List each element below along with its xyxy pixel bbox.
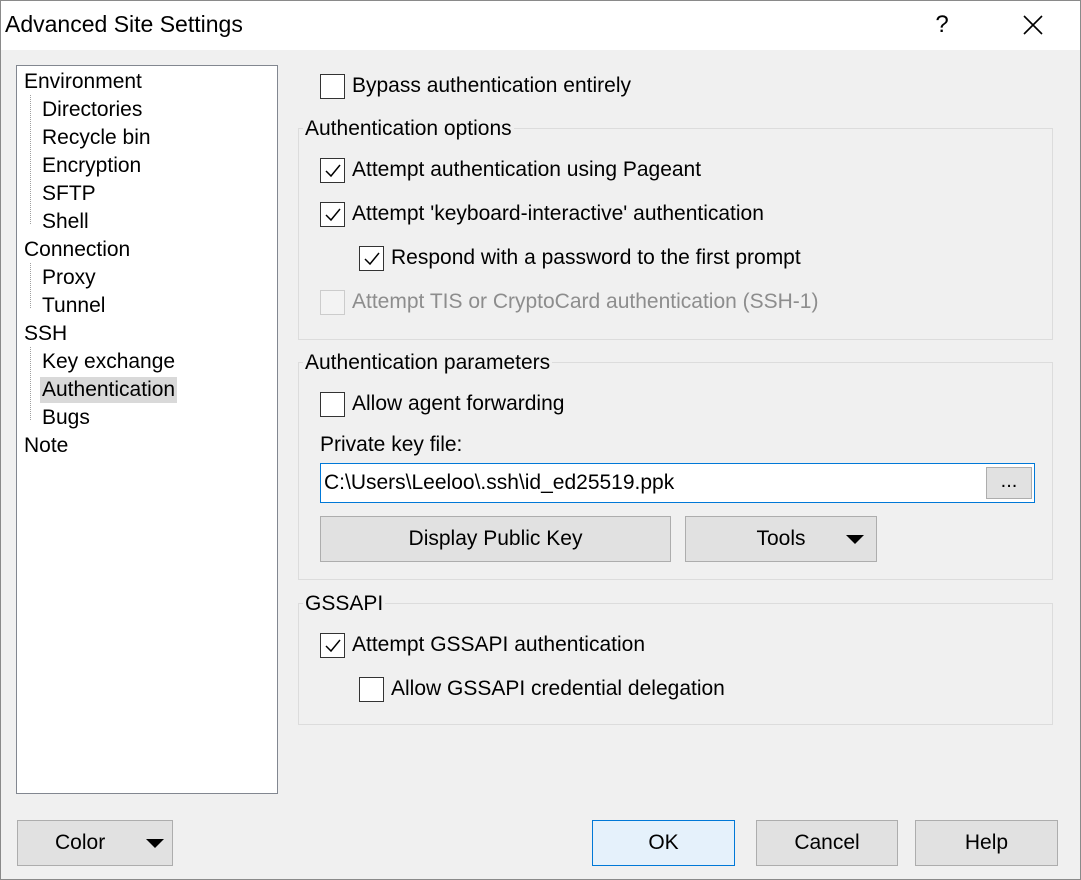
- checkbox-box[interactable]: [320, 157, 345, 183]
- checkbox-label: Attempt authentication using Pageant: [352, 158, 702, 181]
- checkmark-icon: [364, 252, 380, 265]
- tree-item-bugs[interactable]: Bugs: [40, 405, 92, 431]
- checkbox-box: [320, 289, 345, 315]
- private-key-input[interactable]: [323, 466, 983, 500]
- checkbox-label: Respond with a password to the first pro…: [391, 246, 801, 269]
- color-button[interactable]: Color: [17, 820, 173, 866]
- checkbox-box[interactable]: [359, 245, 384, 271]
- keyboard-interactive-checkbox[interactable]: Attempt 'keyboard-interactive' authentic…: [320, 199, 764, 229]
- dropdown-arrow-icon: [146, 839, 164, 848]
- checkbox-label: Allow agent forwarding: [352, 392, 565, 415]
- tree-connector: [30, 347, 31, 420]
- tree-connector: [30, 263, 31, 308]
- checkbox-label: Allow GSSAPI credential delegation: [391, 677, 725, 700]
- cancel-button[interactable]: Cancel: [756, 820, 898, 866]
- checkbox-box[interactable]: [320, 391, 345, 417]
- color-label: Color: [55, 831, 106, 854]
- checkbox-box[interactable]: [320, 201, 345, 227]
- tree-item-proxy[interactable]: Proxy: [40, 265, 98, 291]
- gssapi-delegation-checkbox[interactable]: Allow GSSAPI credential delegation: [359, 674, 725, 704]
- tree-item-sftp[interactable]: SFTP: [40, 181, 98, 207]
- tree-item-connection[interactable]: Connection: [22, 237, 132, 263]
- agent-forwarding-checkbox[interactable]: Allow agent forwarding: [320, 389, 564, 419]
- tree-item-ssh[interactable]: SSH: [22, 321, 69, 347]
- tree-item-key-exchange[interactable]: Key exchange: [40, 349, 177, 375]
- tree-item-environment[interactable]: Environment: [22, 69, 144, 95]
- settings-tree[interactable]: Environment Directories Recycle bin Encr…: [16, 65, 278, 794]
- respond-password-checkbox[interactable]: Respond with a password to the first pro…: [359, 243, 801, 273]
- checkbox-box[interactable]: [320, 632, 345, 658]
- ok-button[interactable]: OK: [592, 820, 735, 866]
- tree-item-shell[interactable]: Shell: [40, 209, 91, 235]
- checkbox-label: Attempt 'keyboard-interactive' authentic…: [352, 202, 764, 225]
- tree-item-tunnel[interactable]: Tunnel: [40, 293, 107, 319]
- tools-label: Tools: [756, 527, 806, 550]
- tree-item-recycle-bin[interactable]: Recycle bin: [40, 125, 153, 151]
- private-key-field-container: ...: [320, 463, 1035, 503]
- display-public-key-button[interactable]: Display Public Key: [320, 516, 671, 562]
- checkbox-label: Attempt TIS or CryptoCard authentication…: [352, 290, 819, 313]
- tree-item-note[interactable]: Note: [22, 433, 70, 459]
- pageant-checkbox[interactable]: Attempt authentication using Pageant: [320, 155, 701, 185]
- gssapi-group: [298, 603, 1053, 725]
- dropdown-arrow-icon: [846, 535, 864, 544]
- checkmark-icon: [325, 639, 341, 652]
- tis-cryptocard-checkbox: Attempt TIS or CryptoCard authentication…: [320, 287, 818, 317]
- tree-item-encryption[interactable]: Encryption: [40, 153, 143, 179]
- close-icon: [1023, 15, 1043, 35]
- tree-item-directories[interactable]: Directories: [40, 97, 144, 123]
- checkbox-box[interactable]: [320, 73, 345, 99]
- help-icon[interactable]: ?: [922, 4, 962, 46]
- tree-item-authentication[interactable]: Authentication: [40, 377, 178, 403]
- private-key-label: Private key file:: [320, 433, 463, 456]
- title-bar: Advanced Site Settings ?: [0, 0, 1081, 50]
- window-title: Advanced Site Settings: [5, 11, 243, 37]
- browse-button[interactable]: ...: [986, 467, 1032, 499]
- group-title: Authentication parameters: [303, 351, 553, 375]
- tools-button[interactable]: Tools: [685, 516, 877, 562]
- checkbox-label: Attempt GSSAPI authentication: [352, 633, 645, 656]
- gssapi-attempt-checkbox[interactable]: Attempt GSSAPI authentication: [320, 630, 645, 660]
- tree-connector: [30, 95, 31, 224]
- group-title: GSSAPI: [303, 592, 386, 616]
- checkbox-label: Bypass authentication entirely: [352, 74, 631, 97]
- checkmark-icon: [325, 164, 341, 177]
- checkmark-icon: [325, 208, 341, 221]
- close-button[interactable]: [1010, 4, 1056, 46]
- group-title: Authentication options: [303, 117, 514, 141]
- bypass-authentication-checkbox[interactable]: Bypass authentication entirely: [320, 71, 631, 101]
- help-button[interactable]: Help: [915, 820, 1058, 866]
- checkbox-box[interactable]: [359, 676, 384, 702]
